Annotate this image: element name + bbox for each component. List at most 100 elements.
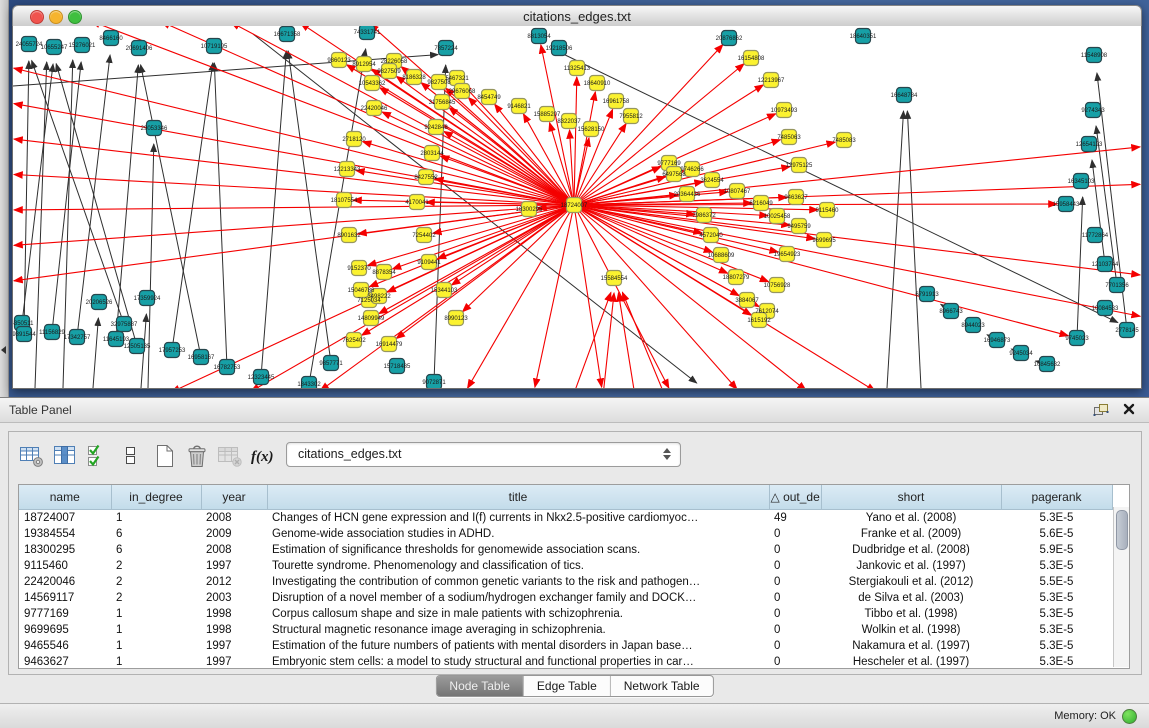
table-cell[interactable]: 6 xyxy=(111,542,201,558)
table-cell[interactable]: 9465546 xyxy=(19,638,111,654)
table-cell[interactable]: 49 xyxy=(769,510,821,527)
column-header-in_degree[interactable]: in_degree xyxy=(111,485,201,510)
table-cell[interactable]: Embryonic stem cells: a model to study s… xyxy=(267,654,769,670)
table-row[interactable]: 1872400712008Changes of HCN gene express… xyxy=(19,510,1112,527)
table-cell[interactable]: 5.3E-5 xyxy=(1001,622,1112,638)
table-cell[interactable]: 5.3E-5 xyxy=(1001,654,1112,670)
panel-collapse-arrow-icon[interactable] xyxy=(1,346,6,354)
window-close-button[interactable] xyxy=(30,10,44,24)
table-cell[interactable]: Tourette syndrome. Phenomenology and cla… xyxy=(267,558,769,574)
table-cell[interactable]: 14569117 xyxy=(19,590,111,606)
table-cell[interactable]: 1998 xyxy=(201,622,267,638)
table-cell[interactable]: 19384554 xyxy=(19,526,111,542)
table-cell[interactable]: Estimation of significance thresholds fo… xyxy=(267,542,769,558)
table-cell[interactable]: 1 xyxy=(111,622,201,638)
table-cell[interactable]: 18724007 xyxy=(19,510,111,527)
table-cell[interactable]: 2 xyxy=(111,574,201,590)
scrollbar-thumb[interactable] xyxy=(1116,510,1128,550)
table-cell[interactable]: Wolkin et al. (1998) xyxy=(821,622,1001,638)
delete-button-trash-icon[interactable] xyxy=(182,442,212,470)
column-header-out_de[interactable]: △ out_de… xyxy=(769,485,821,510)
table-cell[interactable]: 1997 xyxy=(201,638,267,654)
table-row[interactable]: 977716911998Corpus callosum shape and si… xyxy=(19,606,1112,622)
table-row[interactable]: 1456911722003Disruption of a novel membe… xyxy=(19,590,1112,606)
table-cell[interactable]: Tibbo et al. (1998) xyxy=(821,606,1001,622)
table-row[interactable]: 1830029562008Estimation of significance … xyxy=(19,542,1112,558)
table-cell[interactable]: 1 xyxy=(111,510,201,527)
function-builder-button[interactable]: f(x) xyxy=(248,442,278,470)
table-cell[interactable]: Corpus callosum shape and size in male p… xyxy=(267,606,769,622)
table-row[interactable]: 911546021997Tourette syndrome. Phenomeno… xyxy=(19,558,1112,574)
table-cell[interactable]: Investigating the contribution of common… xyxy=(267,574,769,590)
show-column-button[interactable] xyxy=(50,442,80,470)
table-cell[interactable]: 9777169 xyxy=(19,606,111,622)
table-cell[interactable]: 0 xyxy=(769,558,821,574)
table-cell[interactable]: 2 xyxy=(111,590,201,606)
table-cell[interactable]: de Silva et al. (2003) xyxy=(821,590,1001,606)
table-cell[interactable]: 0 xyxy=(769,654,821,670)
table-row[interactable]: 1938455462009Genome-wide association stu… xyxy=(19,526,1112,542)
table-cell[interactable]: Estimation of the future numbers of pati… xyxy=(267,638,769,654)
left-panel-strip[interactable] xyxy=(0,0,9,397)
table-cell[interactable]: Disruption of a novel member of a sodium… xyxy=(267,590,769,606)
table-cell[interactable]: 5.6E-5 xyxy=(1001,526,1112,542)
table-cell[interactable]: 1 xyxy=(111,606,201,622)
column-header-short[interactable]: short xyxy=(821,485,1001,510)
window-zoom-button[interactable] xyxy=(68,10,82,24)
table-cell[interactable]: Jankovic et al. (1997) xyxy=(821,558,1001,574)
table-cell[interactable]: 5.3E-5 xyxy=(1001,510,1112,527)
table-cell[interactable]: Dudbridge et al. (2008) xyxy=(821,542,1001,558)
table-cell[interactable]: 1 xyxy=(111,654,201,670)
network-table-select[interactable]: citations_edges.txt xyxy=(286,442,681,467)
table-row[interactable]: 946362711997Embryonic stem cells: a mode… xyxy=(19,654,1112,670)
table-cell[interactable]: Stergiakouli et al. (2012) xyxy=(821,574,1001,590)
table-cell[interactable]: 22420046 xyxy=(19,574,111,590)
table-cell[interactable]: 2003 xyxy=(201,590,267,606)
row-height-button[interactable] xyxy=(116,442,146,470)
table-cell[interactable]: 2008 xyxy=(201,542,267,558)
table-cell[interactable]: 9463627 xyxy=(19,654,111,670)
table-cell[interactable]: 2012 xyxy=(201,574,267,590)
table-cell[interactable]: Nakamura et al. (1997) xyxy=(821,638,1001,654)
table-cell[interactable]: 2 xyxy=(111,558,201,574)
table-cell[interactable]: 18300295 xyxy=(19,542,111,558)
table-cell[interactable]: 5.3E-5 xyxy=(1001,590,1112,606)
column-header-pagerank[interactable]: pagerank xyxy=(1001,485,1112,510)
table-row[interactable]: 2242004622012Investigating the contribut… xyxy=(19,574,1112,590)
node-table[interactable]: namein_degreeyeartitle△ out_de…shortpage… xyxy=(19,485,1113,670)
new-document-button[interactable] xyxy=(149,442,179,470)
network-graph[interactable]: 2405572410655247152760218466160206914061… xyxy=(13,26,1141,388)
table-cell[interactable]: 0 xyxy=(769,638,821,654)
column-header-title[interactable]: title xyxy=(267,485,769,510)
table-cell[interactable]: 5.9E-5 xyxy=(1001,542,1112,558)
table-cell[interactable]: Hescheler et al. (1997) xyxy=(821,654,1001,670)
network-view-window[interactable]: citations_edges.txt 24055724106552471527… xyxy=(12,5,1142,389)
table-cell[interactable]: 0 xyxy=(769,606,821,622)
table-cell[interactable]: 0 xyxy=(769,590,821,606)
table-cell[interactable]: 9699695 xyxy=(19,622,111,638)
window-minimize-button[interactable] xyxy=(49,10,63,24)
table-cell[interactable]: 6 xyxy=(111,526,201,542)
table-row[interactable]: 946554611997Estimation of the future num… xyxy=(19,638,1112,654)
table-cell[interactable]: 1997 xyxy=(201,558,267,574)
table-cell[interactable]: Genome-wide association studies in ADHD. xyxy=(267,526,769,542)
table-cell[interactable]: 5.3E-5 xyxy=(1001,606,1112,622)
table-cell[interactable]: 5.3E-5 xyxy=(1001,638,1112,654)
table-cell[interactable]: 2009 xyxy=(201,526,267,542)
float-window-icon[interactable] xyxy=(1093,403,1109,417)
vertical-scrollbar[interactable] xyxy=(1113,507,1129,667)
table-cell[interactable]: 1997 xyxy=(201,654,267,670)
table-cell[interactable]: 1998 xyxy=(201,606,267,622)
table-cell[interactable]: 1 xyxy=(111,638,201,654)
table-cell[interactable]: Yano et al. (2008) xyxy=(821,510,1001,527)
table-cell[interactable]: Changes of HCN gene expression and I(f) … xyxy=(267,510,769,527)
table-settings-button[interactable] xyxy=(17,442,47,470)
window-titlebar[interactable]: citations_edges.txt xyxy=(12,5,1142,28)
table-cell[interactable]: 0 xyxy=(769,622,821,638)
table-cell[interactable]: 2008 xyxy=(201,510,267,527)
table-cell[interactable]: 0 xyxy=(769,526,821,542)
column-header-year[interactable]: year xyxy=(201,485,267,510)
panel-close-icon[interactable] xyxy=(1123,403,1135,415)
table-cell[interactable]: 5.3E-5 xyxy=(1001,558,1112,574)
table-cell[interactable]: Structural magnetic resonance image aver… xyxy=(267,622,769,638)
